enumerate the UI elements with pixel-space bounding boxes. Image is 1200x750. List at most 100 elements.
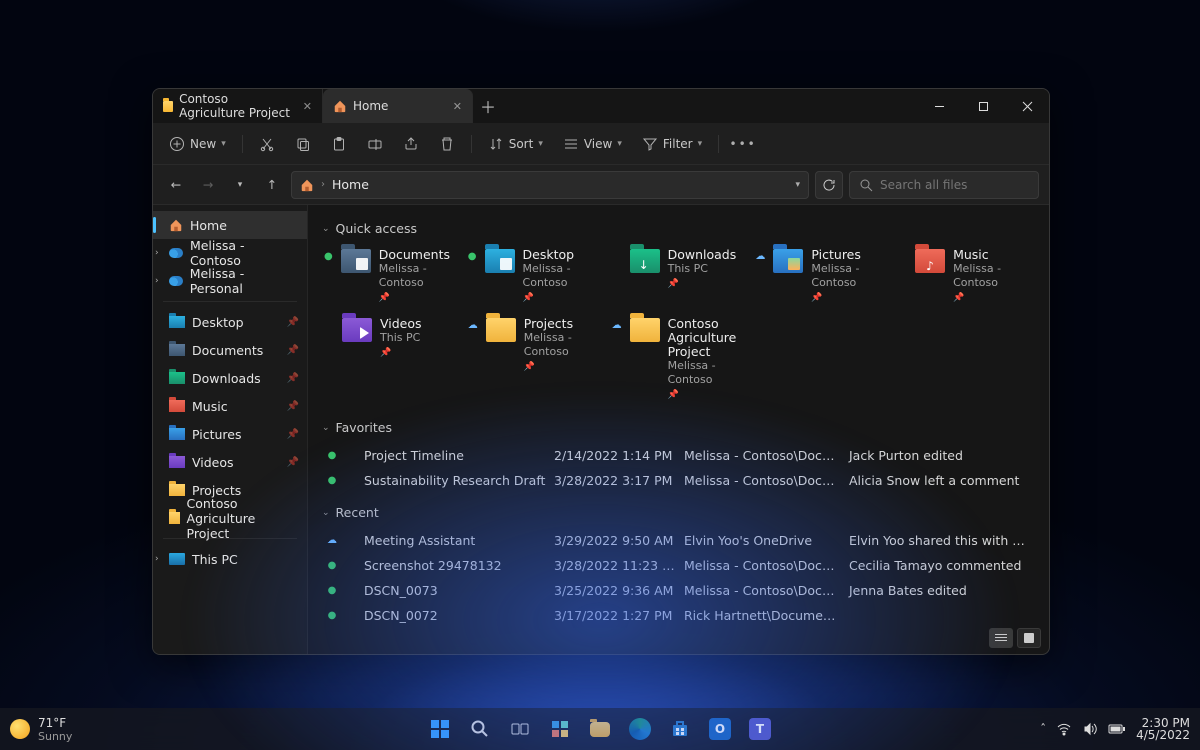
edge-icon bbox=[629, 718, 651, 740]
item-name: Contoso Agriculture Project bbox=[668, 317, 742, 359]
cloud-status-icon: ☁ bbox=[320, 530, 344, 551]
folder-icon bbox=[169, 428, 185, 440]
group-header-quick-access[interactable]: ⌄Quick access bbox=[322, 221, 1033, 236]
sidebar-item-desktop[interactable]: Desktop 📌 bbox=[153, 308, 307, 336]
sidebar-item-pictures[interactable]: Pictures 📌 bbox=[153, 420, 307, 448]
cut-icon bbox=[259, 136, 275, 152]
outlook-app[interactable]: O bbox=[703, 712, 737, 746]
task-view-app[interactable] bbox=[503, 712, 537, 746]
sidebar-item-label: Melissa - Contoso bbox=[190, 238, 299, 268]
item-name: Pictures bbox=[811, 248, 885, 262]
chevron-right-icon[interactable]: › bbox=[155, 554, 159, 564]
store-app[interactable] bbox=[663, 712, 697, 746]
quick-access-item[interactable]: ● Desktop Melissa - Contoso 📌 bbox=[464, 244, 602, 309]
sidebar-item-label: This PC bbox=[192, 552, 238, 567]
maximize-button[interactable] bbox=[961, 89, 1005, 123]
file-location: Melissa - Contoso\Documents bbox=[680, 578, 845, 603]
search-app[interactable] bbox=[463, 712, 497, 746]
sidebar-item-home[interactable]: Home bbox=[153, 211, 307, 239]
refresh-button[interactable] bbox=[815, 171, 843, 199]
sidebar-item-onedrive-personal[interactable]: › Melissa - Personal bbox=[153, 267, 307, 295]
widgets-icon bbox=[549, 718, 571, 740]
start-button[interactable] bbox=[423, 712, 457, 746]
more-button[interactable]: ••• bbox=[727, 131, 759, 157]
sidebar-item-videos[interactable]: Videos 📌 bbox=[153, 448, 307, 476]
edge-app[interactable] bbox=[623, 712, 657, 746]
close-icon[interactable]: ✕ bbox=[303, 100, 312, 113]
pin-icon: 📌 bbox=[953, 291, 1029, 305]
cut-button[interactable] bbox=[251, 131, 283, 157]
file-date: 3/17/2022 1:27 PM bbox=[550, 603, 680, 628]
rename-button[interactable] bbox=[359, 131, 391, 157]
volume-icon[interactable] bbox=[1082, 721, 1098, 737]
share-button[interactable] bbox=[395, 131, 427, 157]
quick-access-item[interactable]: ● Documents Melissa - Contoso 📌 bbox=[320, 244, 458, 309]
folder-icon bbox=[169, 344, 185, 356]
wifi-icon[interactable] bbox=[1056, 721, 1072, 737]
weather-temp: 71°F bbox=[38, 716, 72, 730]
quick-access-item[interactable]: ☁ Pictures Melissa - Contoso 📌 bbox=[751, 244, 889, 309]
file-activity: Elvin Yoo shared this with you bbox=[845, 528, 1033, 553]
minimize-button[interactable] bbox=[917, 89, 961, 123]
clock[interactable]: 2:30 PM 4/5/2022 bbox=[1136, 717, 1190, 741]
sidebar-item-contoso-agriculture-project[interactable]: Contoso Agriculture Project bbox=[153, 504, 307, 532]
breadcrumb[interactable]: › Home ▾ bbox=[291, 171, 809, 199]
chevron-right-icon: › bbox=[321, 179, 325, 190]
details-view-button[interactable] bbox=[989, 628, 1013, 648]
sidebar-item-music[interactable]: Music 📌 bbox=[153, 392, 307, 420]
tab-home[interactable]: Home ✕ bbox=[323, 89, 473, 123]
battery-icon[interactable] bbox=[1108, 723, 1126, 735]
sync-status-icon: ● bbox=[320, 605, 344, 626]
new-button[interactable]: New ▾ bbox=[161, 131, 234, 157]
sidebar-item-onedrive-work[interactable]: › Melissa - Contoso bbox=[153, 239, 307, 267]
chevron-up-icon[interactable]: ˆ bbox=[1040, 722, 1046, 736]
chevron-right-icon[interactable]: › bbox=[155, 276, 159, 286]
delete-button[interactable] bbox=[431, 131, 463, 157]
folder-icon bbox=[630, 318, 660, 342]
sort-icon bbox=[488, 136, 504, 152]
close-icon[interactable]: ✕ bbox=[453, 100, 462, 113]
system-tray[interactable]: ˆ 2:30 PM 4/5/2022 bbox=[1040, 717, 1190, 741]
search-input[interactable] bbox=[880, 178, 1030, 192]
quick-access-item[interactable]: ☁ Projects Melissa - Contoso 📌 bbox=[464, 313, 602, 406]
quick-access-item[interactable]: ☁ Contoso Agriculture Project Melissa - … bbox=[608, 313, 746, 406]
new-tab-button[interactable]: ＋ bbox=[473, 89, 503, 123]
forward-button[interactable]: → bbox=[195, 172, 221, 198]
recent-locations-button[interactable]: ▾ bbox=[227, 172, 253, 198]
quick-access-item[interactable]: Music Melissa - Contoso 📌 bbox=[895, 244, 1033, 309]
teams-app[interactable]: T bbox=[743, 712, 777, 746]
folder-icon bbox=[169, 512, 180, 524]
sidebar-item-label: Contoso Agriculture Project bbox=[187, 496, 299, 541]
file-explorer-app[interactable] bbox=[583, 712, 617, 746]
file-activity: Jenna Bates edited bbox=[845, 578, 1033, 603]
widgets-app[interactable] bbox=[543, 712, 577, 746]
cloud-status-icon: ☁ bbox=[468, 317, 478, 331]
status-bar bbox=[989, 628, 1041, 648]
filter-button[interactable]: Filter▾ bbox=[634, 131, 710, 157]
cloud-status-icon: ☁ bbox=[755, 248, 765, 262]
home-icon bbox=[169, 218, 183, 232]
up-button[interactable]: ↑ bbox=[259, 172, 285, 198]
back-button[interactable]: ← bbox=[163, 172, 189, 198]
group-header-favorites[interactable]: ⌄Favorites bbox=[322, 420, 1033, 435]
sidebar-item-documents[interactable]: Documents 📌 bbox=[153, 336, 307, 364]
group-header-recent[interactable]: ⌄Recent bbox=[322, 505, 1033, 520]
view-button[interactable]: View▾ bbox=[555, 131, 630, 157]
pin-icon: 📌 bbox=[668, 277, 737, 291]
sidebar-item-downloads[interactable]: Downloads 📌 bbox=[153, 364, 307, 392]
search-box[interactable] bbox=[849, 171, 1039, 199]
quick-access-item[interactable]: Videos This PC 📌 bbox=[320, 313, 458, 406]
chevron-down-icon[interactable]: ▾ bbox=[795, 180, 800, 190]
search-icon bbox=[858, 177, 874, 193]
breadcrumb-segment[interactable]: Home bbox=[332, 177, 369, 192]
sidebar-item-this-pc[interactable]: › This PC bbox=[153, 545, 307, 573]
taskbar-weather[interactable]: 71°F Sunny bbox=[10, 716, 72, 743]
sort-button[interactable]: Sort▾ bbox=[480, 131, 551, 157]
chevron-right-icon[interactable]: › bbox=[155, 248, 159, 258]
copy-button[interactable] bbox=[287, 131, 319, 157]
quick-access-item[interactable]: Downloads This PC 📌 bbox=[608, 244, 746, 309]
close-button[interactable] bbox=[1005, 89, 1049, 123]
paste-button[interactable] bbox=[323, 131, 355, 157]
tab-contoso-project[interactable]: Contoso Agriculture Project ✕ bbox=[153, 89, 323, 123]
large-icons-view-button[interactable] bbox=[1017, 628, 1041, 648]
